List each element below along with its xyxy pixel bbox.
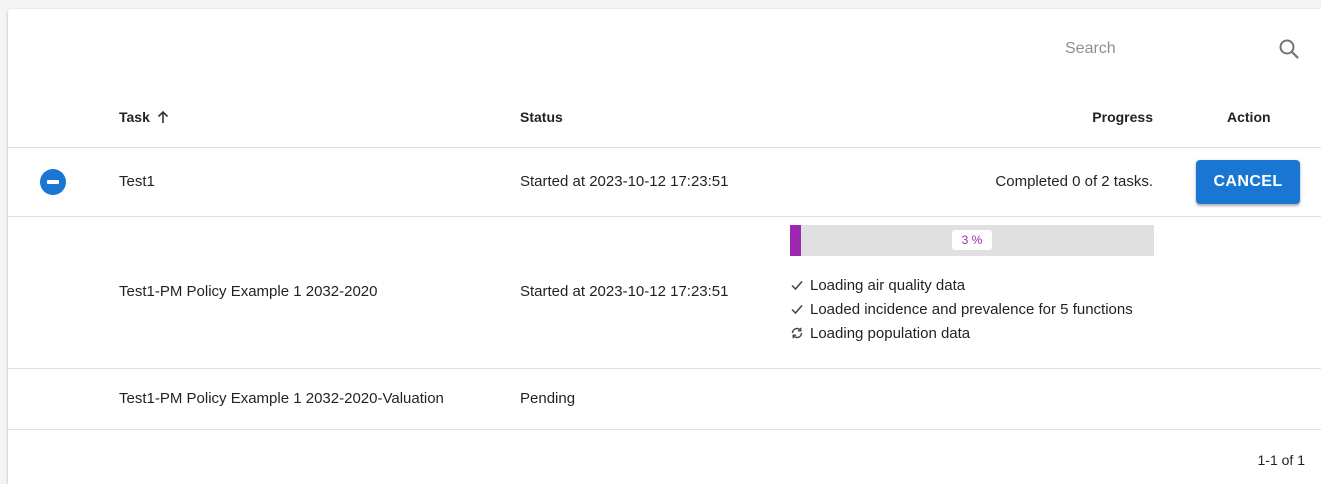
page: Task Status Progress Action Test1 Starte…: [0, 0, 1321, 484]
task-name: Test1-PM Policy Example 1 2032-2020-Valu…: [119, 390, 444, 407]
search-input[interactable]: [1063, 37, 1265, 61]
progress-bar: 3 %: [790, 225, 1154, 256]
progress-step-text: Loading population data: [810, 324, 971, 342]
header-task-label: Task: [119, 109, 150, 125]
search-box: [1063, 31, 1313, 67]
pagination-range: 1-1 of 1: [1257, 452, 1305, 468]
cropped-heading: [0, 0, 200, 8]
progress-step: Loading air quality data: [790, 273, 1133, 297]
progress-step: Loading population data: [790, 321, 1133, 345]
task-progress-text: Completed 0 of 2 tasks.: [995, 173, 1153, 190]
table-row: Test1-PM Policy Example 1 2032-2020 Star…: [8, 217, 1321, 369]
header-action: Action: [1227, 109, 1271, 125]
table-row: Test1-PM Policy Example 1 2032-2020-Valu…: [8, 369, 1321, 430]
progress-bar-fill: [790, 225, 801, 256]
header-progress: Progress: [1092, 109, 1153, 125]
table-row: Test1 Started at 2023-10-12 17:23:51 Com…: [8, 148, 1321, 217]
progress-step-text: Loading air quality data: [810, 276, 966, 294]
check-icon: [790, 302, 804, 316]
collapse-row-button[interactable]: [40, 169, 66, 195]
search-icon[interactable]: [1277, 37, 1301, 61]
cancel-button[interactable]: CANCEL: [1196, 160, 1300, 204]
progress-steps-list: Loading air quality data Loaded incidenc…: [790, 273, 1133, 345]
task-status: Started at 2023-10-12 17:23:51: [520, 173, 729, 190]
progress-step-text: Loaded incidence and prevalence for 5 fu…: [810, 300, 1133, 318]
minus-icon: [47, 180, 59, 184]
task-table-card: Task Status Progress Action Test1 Starte…: [8, 9, 1321, 484]
sync-icon: [790, 326, 804, 340]
task-status: Pending: [520, 390, 576, 407]
check-icon: [790, 278, 804, 292]
table-toolbar: [8, 9, 1321, 89]
task-name: Test1-PM Policy Example 1 2032-2020: [119, 283, 378, 300]
header-task[interactable]: Task: [119, 109, 170, 125]
progress-percent-label: 3 %: [952, 230, 992, 250]
arrow-up-icon[interactable]: [156, 110, 170, 124]
table-header-row: Task Status Progress Action: [8, 89, 1321, 148]
progress-step: Loaded incidence and prevalence for 5 fu…: [790, 297, 1133, 321]
header-status: Status: [520, 109, 563, 125]
task-status: Started at 2023-10-12 17:23:51: [520, 283, 729, 300]
task-name: Test1: [119, 173, 155, 190]
